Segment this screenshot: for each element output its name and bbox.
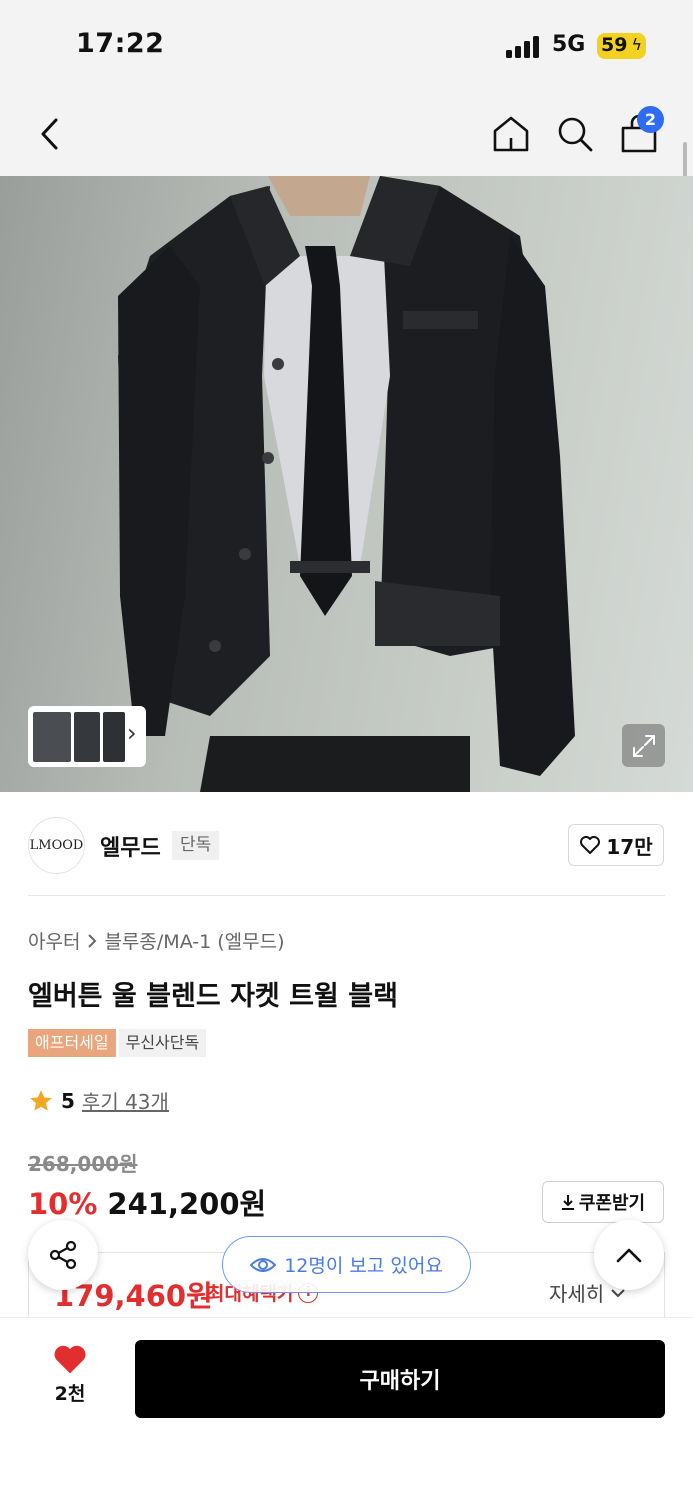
review-link[interactable]: 후기 43개 bbox=[82, 1086, 169, 1115]
home-icon bbox=[493, 116, 529, 152]
download-icon bbox=[561, 1195, 574, 1210]
discount-rate: 10% bbox=[28, 1187, 98, 1221]
rating-row: 5 후기 43개 bbox=[28, 1086, 169, 1115]
thumbnail-1[interactable] bbox=[33, 712, 71, 762]
brand-like-count: 17만 bbox=[606, 834, 653, 859]
wishlist-count: 2천 bbox=[54, 1383, 86, 1405]
coupon-button[interactable]: 쿠폰받기 bbox=[542, 1181, 664, 1223]
wishlist-button[interactable]: 2천 bbox=[40, 1343, 100, 1413]
thumbnail-2[interactable] bbox=[74, 712, 100, 762]
brand-like-button[interactable]: 17만 bbox=[568, 824, 664, 866]
back-icon bbox=[41, 118, 58, 150]
breadcrumb: 아우터 블루종/MA-1 (엘무드) bbox=[28, 927, 285, 954]
heart-outline-icon bbox=[580, 836, 601, 854]
heart-filled-icon bbox=[54, 1345, 86, 1374]
share-icon bbox=[49, 1240, 77, 1270]
brand-logo[interactable]: LMOOD bbox=[28, 817, 85, 874]
eye-icon bbox=[250, 1257, 277, 1272]
original-price: 268,000원 bbox=[28, 1152, 138, 1176]
share-button[interactable] bbox=[28, 1220, 98, 1290]
chevron-up-icon bbox=[616, 1248, 642, 1263]
product-title: 엘버튼 울 블렌드 자켓 트윌 블랙 bbox=[28, 981, 398, 1012]
search-icon bbox=[558, 117, 593, 152]
after-sale-badge: 애프터세일 bbox=[28, 1029, 116, 1057]
expand-icon bbox=[632, 734, 655, 757]
status-time: 17:22 bbox=[76, 28, 165, 59]
cart-count-badge: 2 bbox=[637, 106, 664, 133]
status-bar: 17:22 5G 59 ϟ bbox=[0, 0, 693, 92]
nav-bar bbox=[0, 92, 693, 176]
price-row: 10% 241,200원 bbox=[28, 1181, 266, 1223]
product-badges: 애프터세일 무신사단독 bbox=[28, 1029, 207, 1057]
back-button[interactable] bbox=[20, 104, 80, 164]
buy-button[interactable]: 구매하기 bbox=[135, 1340, 665, 1418]
network-label: 5G bbox=[552, 32, 586, 57]
viewers-text: 12명이 보고 있어요 bbox=[284, 1255, 443, 1277]
chevron-right-icon bbox=[88, 933, 97, 948]
coupon-label: 쿠폰받기 bbox=[578, 1193, 646, 1214]
brand-name[interactable]: 엘무드 bbox=[100, 830, 161, 862]
viewers-badge: 12명이 보고 있어요 bbox=[222, 1236, 471, 1293]
scroll-top-button[interactable] bbox=[594, 1220, 664, 1290]
search-button[interactable] bbox=[545, 104, 605, 164]
exclusive-tag: 단독 bbox=[172, 831, 220, 860]
product-image[interactable] bbox=[0, 176, 693, 792]
charging-icon: ϟ bbox=[631, 35, 642, 54]
battery-level: 59 bbox=[601, 34, 628, 56]
breadcrumb-subcategory[interactable]: 블루종/MA-1 (엘무드) bbox=[104, 927, 284, 954]
breadcrumb-category[interactable]: 아우터 bbox=[28, 927, 80, 954]
battery-icon: 59 ϟ bbox=[597, 33, 646, 59]
thumbnail-next-icon[interactable]: › bbox=[127, 719, 137, 747]
divider bbox=[28, 895, 665, 896]
thumbnail-3[interactable] bbox=[103, 712, 125, 762]
detail-label: 자세히 bbox=[549, 1282, 605, 1306]
signal-icon bbox=[506, 36, 540, 58]
expand-button[interactable] bbox=[622, 724, 665, 767]
rating-score: 5 bbox=[61, 1088, 75, 1113]
star-icon bbox=[30, 1089, 52, 1111]
product-photo bbox=[118, 176, 575, 792]
home-button[interactable] bbox=[481, 104, 541, 164]
sale-price: 241,200원 bbox=[107, 1187, 267, 1221]
exclusive-badge: 무신사단독 bbox=[118, 1029, 207, 1057]
thumbnail-strip[interactable]: › bbox=[28, 706, 146, 767]
